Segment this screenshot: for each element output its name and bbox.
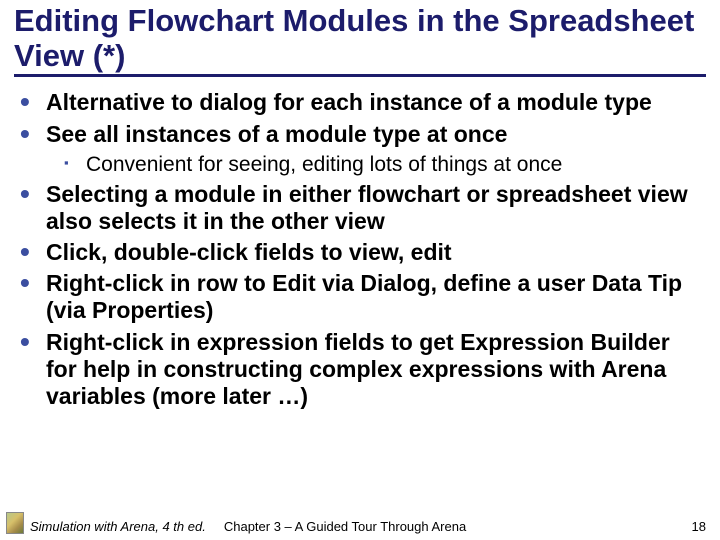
bullet-list: Alternative to dialog for each instance … <box>14 89 706 409</box>
bullet-item: Right-click in expression fields to get … <box>20 329 706 410</box>
sub-bullet-list: Convenient for seeing, editing lots of t… <box>46 152 706 177</box>
slide-title: Editing Flowchart Modules in the Spreads… <box>14 4 706 77</box>
slide-footer: Simulation with Arena, 4 th ed. Chapter … <box>0 512 720 534</box>
bullet-text: See all instances of a module type at on… <box>46 121 507 147</box>
book-cover-icon <box>6 512 24 534</box>
footer-page-number: 18 <box>692 519 706 534</box>
bullet-item: Right-click in row to Edit via Dialog, d… <box>20 270 706 324</box>
bullet-item: Alternative to dialog for each instance … <box>20 89 706 116</box>
slide: Editing Flowchart Modules in the Spreads… <box>0 0 720 540</box>
footer-book: Simulation with Arena, 4 th ed. <box>30 519 206 534</box>
footer-chapter: Chapter 3 – A Guided Tour Through Arena <box>224 519 692 534</box>
bullet-item: Click, double-click fields to view, edit <box>20 239 706 266</box>
sub-bullet-item: Convenient for seeing, editing lots of t… <box>64 152 706 177</box>
bullet-item: See all instances of a module type at on… <box>20 121 706 177</box>
bullet-item: Selecting a module in either flowchart o… <box>20 181 706 235</box>
